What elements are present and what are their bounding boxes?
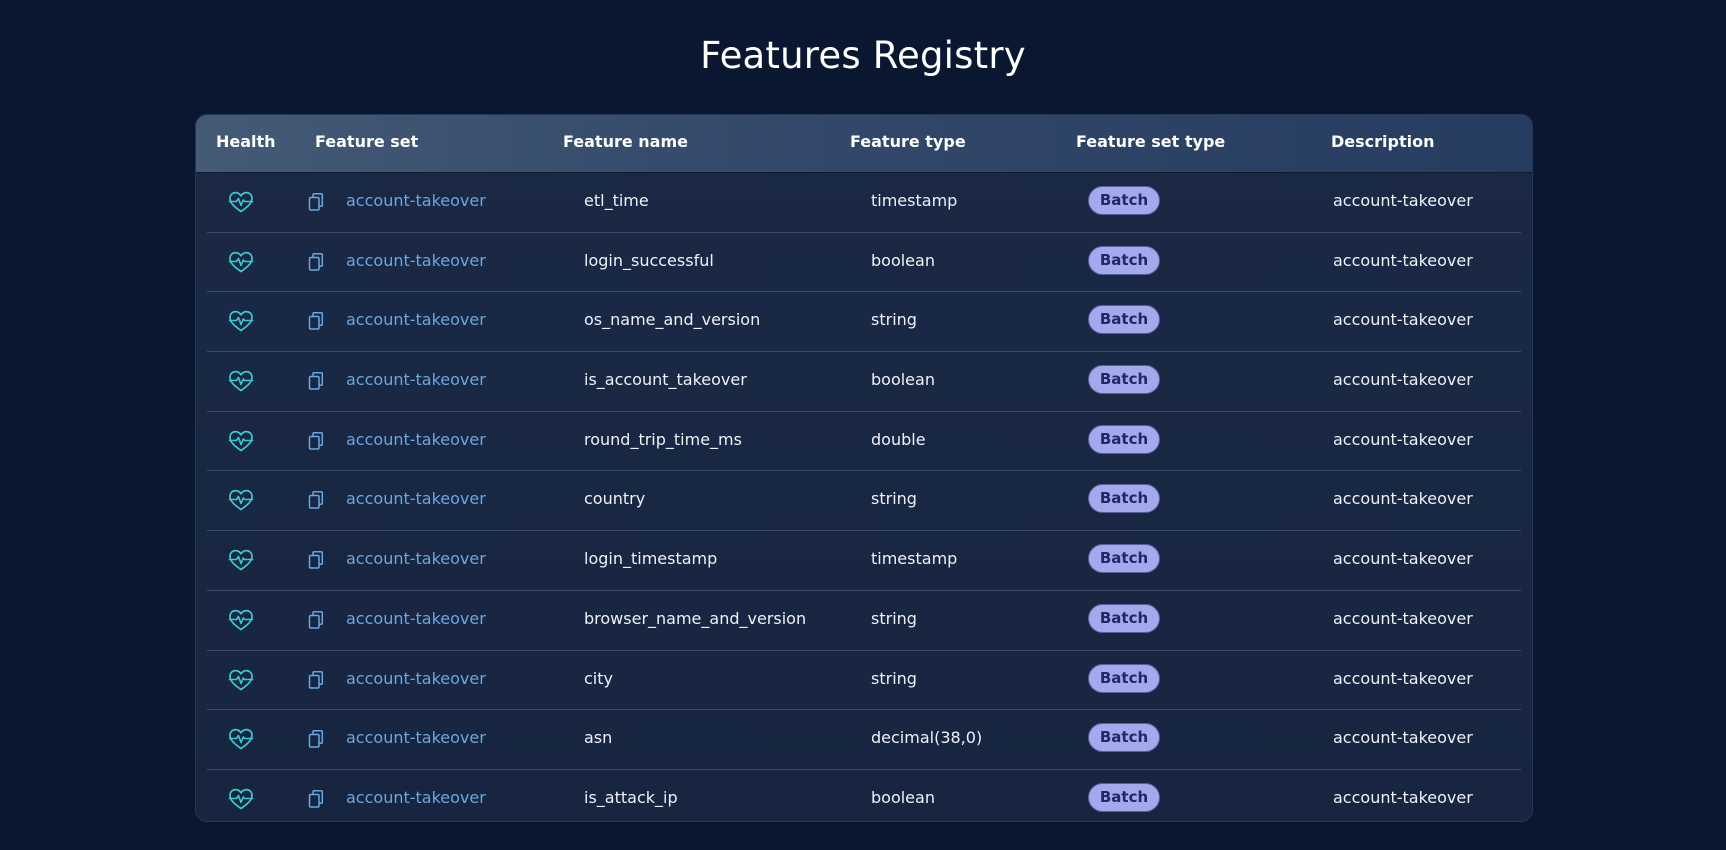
features-registry-page: Features Registry Health Feature set Fea… — [0, 0, 1726, 850]
feature-set-link[interactable]: account-takeover — [346, 370, 486, 389]
feature-set-link[interactable]: account-takeover — [346, 669, 486, 688]
feature-name: browser_name_and_version — [584, 608, 807, 628]
table-row[interactable]: account-takeover os_name_and_version str… — [207, 292, 1521, 353]
column-header-feature-type[interactable]: Feature type — [850, 132, 966, 151]
feature-set-type-badge: Batch — [1088, 544, 1160, 574]
feature-set-type-badge: Batch — [1088, 663, 1160, 693]
feature-type: string — [871, 608, 917, 628]
table-row[interactable]: account-takeover browser_name_and_versio… — [207, 591, 1521, 651]
feature-type: string — [871, 310, 917, 330]
feature-name: asn — [584, 728, 613, 748]
copy-icon[interactable] — [308, 729, 324, 749]
feature-set-link[interactable]: account-takeover — [346, 251, 486, 270]
description: account-takeover — [1333, 549, 1473, 569]
description: account-takeover — [1333, 250, 1473, 270]
description: account-takeover — [1333, 608, 1473, 628]
feature-set-link[interactable]: account-takeover — [346, 609, 486, 628]
feature-set-link[interactable]: account-takeover — [346, 489, 486, 508]
heart-pulse-icon — [228, 549, 254, 571]
heart-pulse-icon — [228, 251, 254, 273]
feature-name: os_name_and_version — [584, 310, 761, 330]
feature-set-link[interactable]: account-takeover — [346, 549, 486, 568]
feature-type: double — [871, 429, 926, 449]
page-title: Features Registry — [700, 34, 1026, 77]
table-header: Health Feature set Feature name Feature … — [196, 115, 1532, 173]
feature-name: login_successful — [584, 250, 714, 270]
copy-icon[interactable] — [308, 371, 324, 391]
feature-set-type-badge: Batch — [1088, 424, 1160, 454]
feature-type: timestamp — [871, 549, 958, 569]
description: account-takeover — [1333, 310, 1473, 330]
feature-type: decimal(38,0) — [871, 728, 983, 748]
heart-pulse-icon — [228, 788, 254, 810]
feature-name: etl_time — [584, 191, 649, 210]
feature-type: boolean — [871, 787, 935, 807]
feature-set-type-badge: Batch — [1088, 484, 1160, 514]
description: account-takeover — [1333, 728, 1473, 748]
feature-type: string — [871, 668, 917, 688]
description: account-takeover — [1333, 787, 1473, 807]
description: account-takeover — [1333, 370, 1473, 390]
heart-pulse-icon — [228, 430, 254, 452]
feature-set-type-badge: Batch — [1088, 365, 1160, 395]
table-row[interactable]: account-takeover is_attack_ip boolean Ba… — [207, 770, 1521, 821]
feature-type: string — [871, 489, 917, 509]
description: account-takeover — [1333, 191, 1473, 210]
table-row[interactable]: account-takeover round_trip_time_ms doub… — [207, 412, 1521, 472]
feature-set-type-badge: Batch — [1088, 782, 1160, 812]
column-header-feature-set[interactable]: Feature set — [315, 132, 418, 151]
table-row[interactable]: account-takeover is_account_takeover boo… — [207, 352, 1521, 412]
feature-name: country — [584, 489, 646, 509]
copy-icon[interactable] — [308, 252, 324, 272]
feature-set-link[interactable]: account-takeover — [346, 310, 486, 329]
description: account-takeover — [1333, 429, 1473, 449]
copy-icon[interactable] — [308, 311, 324, 331]
table-body: account-takeover etl_time timestamp Batc… — [196, 173, 1532, 821]
copy-icon[interactable] — [308, 550, 324, 570]
table-row[interactable]: account-takeover asn decimal(38,0) Batch… — [207, 710, 1521, 770]
feature-set-type-badge: Batch — [1088, 186, 1160, 215]
description: account-takeover — [1333, 668, 1473, 688]
column-header-feature-set-type[interactable]: Feature set type — [1076, 132, 1225, 151]
copy-icon[interactable] — [308, 192, 324, 212]
column-header-description[interactable]: Description — [1331, 132, 1434, 151]
table-row[interactable]: account-takeover city string Batch accou… — [207, 651, 1521, 711]
feature-set-link[interactable]: account-takeover — [346, 191, 486, 210]
heart-pulse-icon — [228, 370, 254, 392]
table-row[interactable]: account-takeover country string Batch ac… — [207, 471, 1521, 532]
feature-name: is_attack_ip — [584, 787, 678, 807]
table-row[interactable]: account-takeover login_timestamp timesta… — [207, 531, 1521, 591]
column-header-health[interactable]: Health — [216, 132, 276, 151]
feature-set-type-badge: Batch — [1088, 723, 1160, 753]
feature-type: boolean — [871, 370, 935, 390]
feature-set-type-badge: Batch — [1088, 245, 1160, 275]
heart-pulse-icon — [228, 669, 254, 690]
table-row[interactable]: account-takeover login_successful boolea… — [207, 233, 1521, 293]
feature-name: login_timestamp — [584, 549, 718, 569]
heart-pulse-icon — [228, 728, 254, 750]
feature-name: is_account_takeover — [584, 370, 747, 390]
description: account-takeover — [1333, 489, 1473, 509]
feature-set-type-badge: Batch — [1088, 305, 1160, 335]
heart-pulse-icon — [228, 191, 254, 213]
copy-icon[interactable] — [308, 431, 324, 451]
copy-icon[interactable] — [308, 670, 324, 690]
feature-name: round_trip_time_ms — [584, 429, 742, 449]
heart-pulse-icon — [228, 609, 254, 631]
feature-name: city — [584, 668, 613, 688]
copy-icon[interactable] — [308, 789, 324, 809]
feature-set-link[interactable]: account-takeover — [346, 728, 486, 747]
feature-set-link[interactable]: account-takeover — [346, 430, 486, 449]
features-table: Health Feature set Feature name Feature … — [195, 114, 1533, 822]
feature-type: timestamp — [871, 191, 958, 210]
feature-type: boolean — [871, 250, 935, 270]
copy-icon[interactable] — [308, 490, 324, 510]
heart-pulse-icon — [228, 490, 254, 511]
feature-set-link[interactable]: account-takeover — [346, 788, 486, 807]
table-row[interactable]: account-takeover etl_time timestamp Batc… — [207, 173, 1521, 233]
heart-pulse-icon — [228, 311, 254, 332]
copy-icon[interactable] — [308, 610, 324, 630]
column-header-feature-name[interactable]: Feature name — [563, 132, 688, 151]
feature-set-type-badge: Batch — [1088, 603, 1160, 633]
